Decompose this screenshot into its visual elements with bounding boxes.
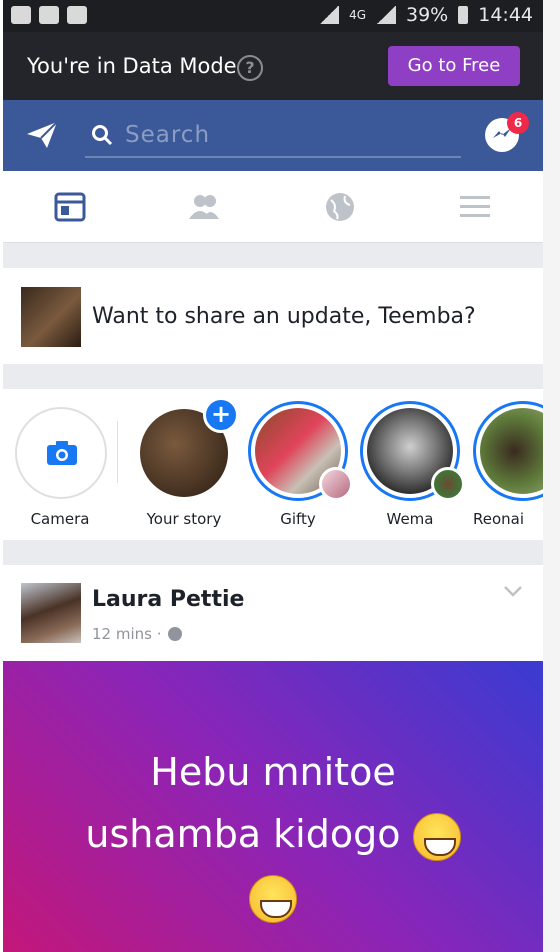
stories-divider <box>117 421 118 483</box>
network-label: 4G <box>349 8 366 22</box>
mail-icon <box>39 6 59 24</box>
stories-tray: Camera + Your story Gifty Wema Reonai <box>3 389 543 540</box>
search-icon <box>92 125 113 146</box>
camera-label: Camera <box>30 510 90 528</box>
camera-story-button[interactable] <box>15 407 107 499</box>
chevron-down-icon[interactable] <box>503 585 523 597</box>
search-placeholder: Search <box>125 122 211 148</box>
post-content[interactable]: Hebu mnitoe ushamba kidogo <box>3 661 543 952</box>
avatar[interactable] <box>21 583 81 643</box>
post-line-2-text: ushamba kidogo <box>85 812 401 856</box>
message-icon <box>11 6 31 24</box>
notifications-globe-icon[interactable] <box>323 191 357 223</box>
menu-icon[interactable] <box>458 191 492 223</box>
search-input[interactable]: Search <box>85 116 461 158</box>
recycle-icon <box>67 6 87 24</box>
app-frame: 4G 39% 14:44 You're in Data Mode ? Go to… <box>3 0 543 952</box>
grinning-sweat-emoji-icon <box>412 812 461 861</box>
story-reonai[interactable] <box>473 401 543 501</box>
post-meta: 12 mins · <box>92 625 182 643</box>
clock: 14:44 <box>478 4 533 26</box>
signal-icon <box>319 6 340 24</box>
go-to-free-button[interactable]: Go to Free <box>388 46 520 86</box>
signal-icon-2 <box>376 6 396 24</box>
post-time[interactable]: 12 mins <box>92 625 152 643</box>
grinning-sweat-emoji-icon <box>249 874 297 923</box>
public-globe-icon <box>167 627 182 641</box>
post-line-2: ushamba kidogo <box>23 803 523 865</box>
screen-edge <box>543 0 560 952</box>
story-gifty-label: Gifty <box>280 510 316 528</box>
nav-tabs <box>3 171 543 243</box>
messenger-icon <box>493 128 511 138</box>
post-header: Laura Pettie 12 mins · <box>3 565 543 661</box>
news-feed-icon[interactable] <box>53 191 87 223</box>
story-gifty-avatar <box>319 467 353 501</box>
post-author[interactable]: Laura Pettie <box>92 587 244 612</box>
status-composer[interactable]: Want to share an update, Teemba? <box>3 268 543 364</box>
help-icon[interactable]: ? <box>237 55 263 81</box>
your-story-label: Your story <box>146 510 222 528</box>
battery-icon <box>458 6 469 24</box>
status-bar: 4G 39% 14:44 <box>3 0 543 32</box>
system-icons: 4G 39% 14:44 <box>319 4 533 26</box>
messenger-badge: 6 <box>507 112 529 134</box>
post-line-1: Hebu mnitoe <box>150 750 396 794</box>
post-text: Hebu mnitoe ushamba kidogo <box>23 741 523 927</box>
top-header: Search 6 <box>3 100 543 171</box>
story-wema-label: Wema <box>386 510 434 528</box>
add-story-icon[interactable]: + <box>203 397 239 433</box>
paper-plane-icon[interactable] <box>25 120 59 150</box>
friends-icon[interactable] <box>187 191 221 223</box>
data-mode-banner: You're in Data Mode ? Go to Free <box>3 32 543 100</box>
story-reonai-label: Reonai <box>473 510 525 528</box>
composer-prompt[interactable]: Want to share an update, Teemba? <box>92 304 476 329</box>
notification-icons <box>11 6 87 24</box>
story-wema-avatar <box>431 467 465 501</box>
camera-icon <box>47 441 77 465</box>
post-line-3 <box>23 865 523 927</box>
battery-percent: 39% <box>406 4 449 26</box>
avatar[interactable] <box>21 287 81 347</box>
story-reonai-image <box>480 408 543 494</box>
data-mode-message: You're in Data Mode <box>27 54 237 78</box>
